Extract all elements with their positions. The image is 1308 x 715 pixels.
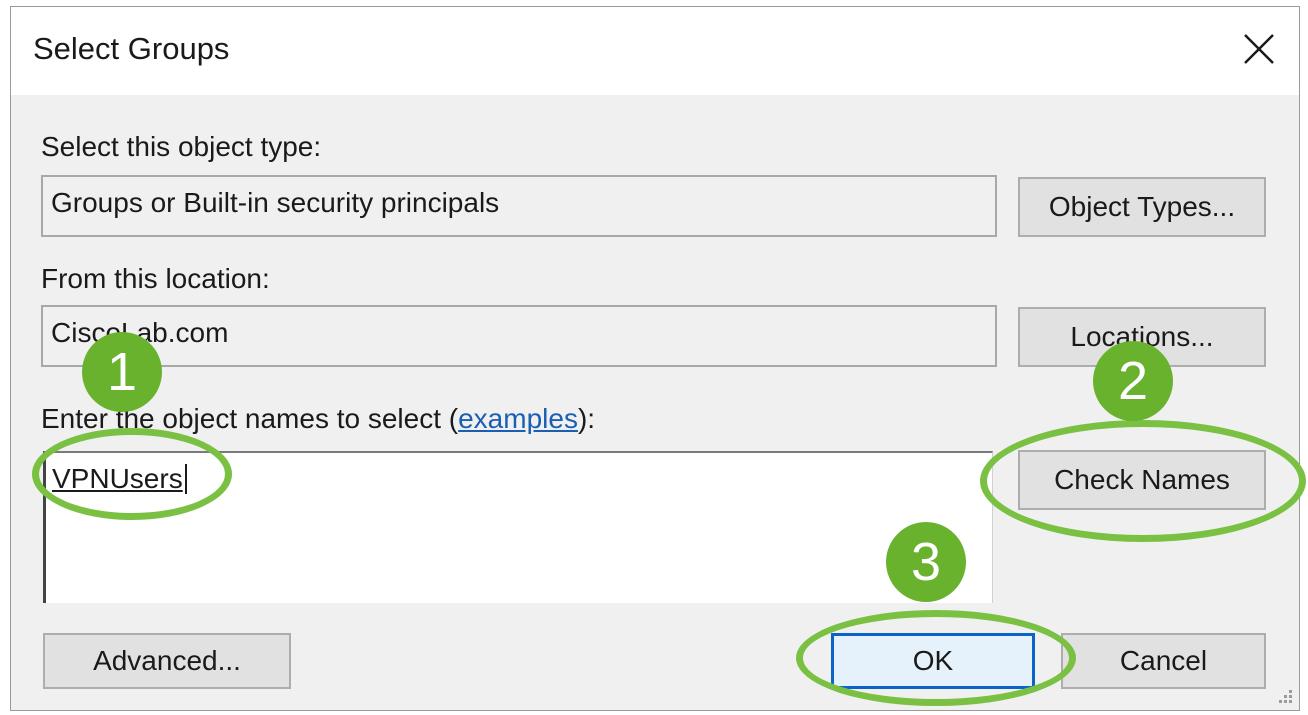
examples-link[interactable]: examples [458, 403, 578, 434]
object-names-label-suffix: ): [577, 403, 596, 434]
resize-grip-icon[interactable] [1273, 684, 1295, 706]
object-names-value: VPNUsers [52, 463, 183, 494]
object-types-button[interactable]: Object Types... [1018, 177, 1266, 237]
location-field: CiscoLab.com [41, 305, 997, 367]
object-names-input[interactable]: VPNUsers [43, 451, 993, 603]
close-button[interactable] [1235, 25, 1283, 73]
dialog-title: Select Groups [33, 31, 230, 66]
object-type-field: Groups or Built-in security principals [41, 175, 997, 237]
object-names-label: Enter the object names to select (exampl… [41, 403, 595, 435]
check-names-button[interactable]: Check Names [1018, 450, 1266, 510]
location-label: From this location: [41, 263, 270, 294]
cancel-button[interactable]: Cancel [1061, 633, 1266, 689]
locations-button[interactable]: Locations... [1018, 307, 1266, 367]
object-names-label-prefix: Enter the object names to select ( [41, 403, 459, 434]
title-bar: Select Groups [11, 7, 1299, 95]
ok-button[interactable]: OK [831, 633, 1035, 689]
advanced-button[interactable]: Advanced... [43, 633, 291, 689]
object-type-label: Select this object type: [41, 131, 322, 162]
text-caret [184, 464, 187, 494]
select-groups-dialog: Select Groups Select this object type: G… [10, 6, 1300, 711]
close-icon [1244, 34, 1274, 64]
